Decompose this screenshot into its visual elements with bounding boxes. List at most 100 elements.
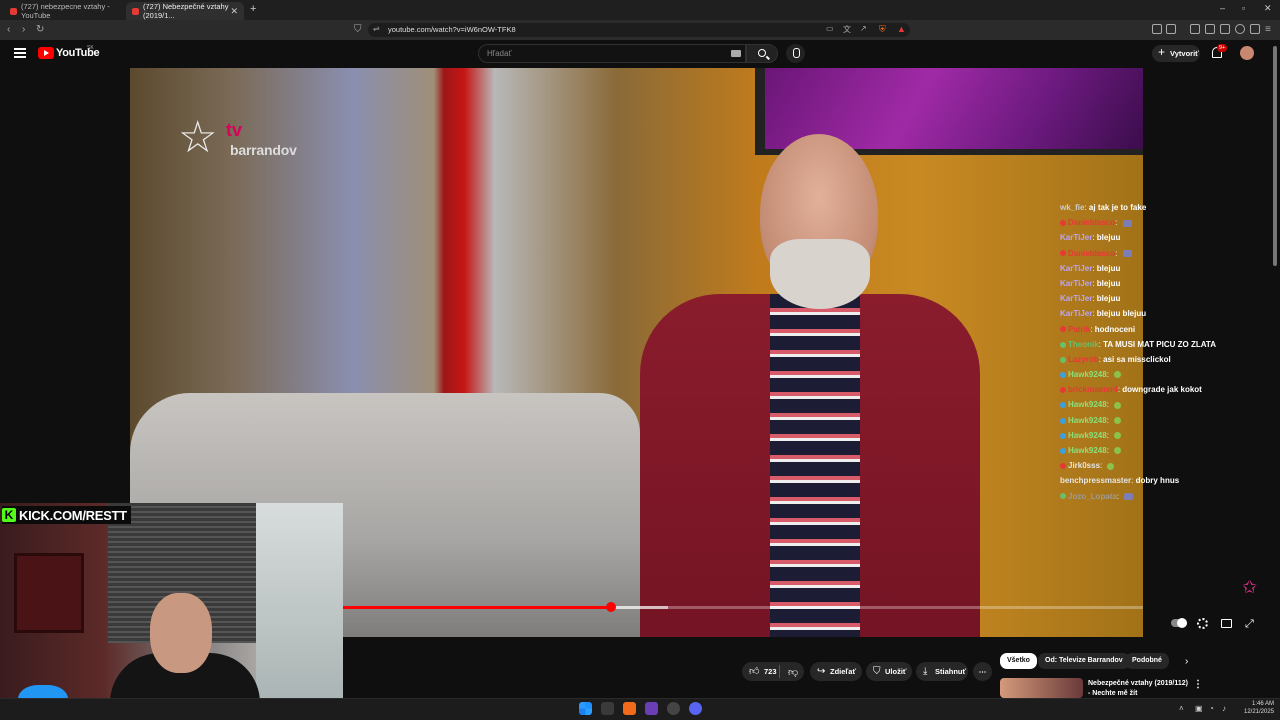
tray-app-icon[interactable]: ▣ [1195,704,1203,713]
chip-related[interactable]: Podobné [1125,653,1169,669]
close-window-button[interactable]: ✕ [1264,3,1272,14]
recommended-thumbnail[interactable] [1000,678,1083,698]
network-icon[interactable]: ◔ [1209,704,1214,713]
tray-overflow-icon[interactable]: ˄ [1179,704,1184,713]
forward-icon[interactable]: › [22,24,25,35]
chrome-icon[interactable] [667,702,680,715]
browser-tab-2[interactable]: (727) Nebezpečné vztahy (2019/1... ✕ [126,2,244,20]
download-button[interactable]: ⤓ Stiahnuť [916,662,968,681]
chat-username: KarTiJer [1060,294,1093,304]
more-actions-button[interactable]: ⋯ [973,662,992,681]
task-view-icon[interactable] [601,702,614,715]
thumbs-down-icon[interactable]: 👎︎ [788,666,798,678]
app-icon[interactable] [645,702,658,715]
theater-mode-icon[interactable] [1221,619,1232,628]
brave-browser-icon[interactable] [623,702,636,715]
leo-icon[interactable] [1235,24,1245,34]
vpn-icon[interactable] [1250,24,1260,34]
chat-message: benchpressmaster: dobry hnus [1060,473,1260,488]
recommended-title[interactable]: Nebezpečné vztahy (2019/112) - Nechte mě… [1088,679,1188,698]
new-tab-button[interactable]: + [250,3,256,15]
avatar[interactable] [1240,46,1254,60]
chat-username: wk_fie [1060,203,1085,212]
media-icon[interactable] [1190,24,1200,34]
chat-separator: : [1106,370,1112,380]
share-page-icon[interactable]: ↗ [860,24,867,33]
stream-star-icon: ✩ [1242,577,1258,597]
chat-username: Hawk9248 [1068,430,1107,440]
like-divider [779,665,780,678]
cast-icon[interactable]: ▭ [826,24,834,33]
download-label: Stiahnuť [935,667,967,676]
autoplay-toggle[interactable] [1171,618,1187,628]
chat-text: aj tak je to fake [1088,203,1147,212]
progress-scrubber-handle[interactable] [606,602,616,612]
window-light [256,503,343,720]
clock[interactable]: 1:46 AM 12/21/2025 [1244,700,1274,716]
chat-badge-icon [1060,447,1066,454]
chip-from-channel[interactable]: Od: Televize Barrandov [1038,653,1130,669]
wallet-icon[interactable] [1166,24,1176,34]
chip-all[interactable]: Všetko [1000,653,1037,669]
chat-text: dobry hnus [1135,476,1180,486]
chat-emote-icon [1107,462,1115,470]
youtube-favicon-icon [132,7,139,15]
tabs-icon[interactable] [1220,24,1230,34]
back-icon[interactable]: ‹ [7,24,10,35]
recommended-menu-icon[interactable]: ⋮ [1193,679,1203,690]
chat-badge-icon [1060,417,1066,424]
brave-rewards-icon[interactable]: ▲ [897,24,906,34]
chat-text: blejuu blejuu [1096,309,1147,319]
chat-message: KarTiJer: blejuu [1060,291,1260,306]
chat-separator: : [1106,430,1112,440]
share-button[interactable]: ↪ Zdieľať [810,662,862,681]
youtube-favicon-icon [10,7,17,15]
browser-menu-icon[interactable]: ≡ [1265,24,1271,35]
translate-icon[interactable]: 文 [843,24,851,35]
streamer-face [150,593,212,673]
progress-buffer [610,606,668,609]
voice-search-mic-icon[interactable] [786,44,805,63]
windows-start-icon[interactable] [579,702,592,715]
youtube-logo-icon[interactable] [38,47,54,59]
chip-next-chevron-icon[interactable]: › [1185,656,1188,667]
hamburger-menu-icon[interactable] [14,48,26,58]
chat-separator: : [1116,491,1122,501]
chat-message: KarTiJer: blejuu [1060,230,1260,245]
chat-message: brickmaster4: downgrade jak kokot [1060,382,1260,397]
volume-icon[interactable]: ♪ [1222,704,1226,713]
chat-text: blejuu [1096,278,1121,288]
search-button[interactable] [746,44,778,63]
settings-gear-icon[interactable] [1197,618,1208,629]
fullscreen-icon[interactable]: ⤢ [1245,618,1254,631]
sidebar-icon[interactable] [1205,24,1215,34]
browser-tab-1[interactable]: (727) nebezpecne vztahy - YouTube [4,2,122,20]
chat-text: blejuu [1096,263,1121,273]
reload-icon[interactable]: ↻ [36,24,44,35]
page-scrollbar[interactable] [1273,46,1277,266]
site-info-icon[interactable]: ⇌ [373,24,380,33]
search-input[interactable]: Hľadať [478,44,746,63]
keyboard-icon[interactable] [731,50,741,57]
create-button[interactable]: Vytvoriť [1152,44,1200,62]
chat-message: Hawk9248: [1060,413,1260,428]
chat-text: asi sa missclickol [1103,354,1171,364]
share-label: Zdieľať [830,667,857,676]
bookmark-icon[interactable]: ⛉ [354,24,362,35]
maximize-button[interactable]: ▫ [1242,3,1245,13]
minimize-button[interactable]: – [1220,3,1225,13]
bookmark-save-icon: ⛉ [873,666,881,677]
chat-emote-icon [1114,417,1122,425]
discord-icon[interactable] [689,702,702,715]
chat-badge-icon [1060,220,1066,227]
chat-username: Patrik [1068,324,1091,334]
chat-emote-icon [1122,249,1132,257]
save-button[interactable]: ⛉ Uložiť [866,662,912,681]
close-tab-icon[interactable]: ✕ [230,6,238,17]
chat-separator: : [1106,400,1112,410]
chat-username: KarTiJer [1060,278,1093,288]
extension-icon[interactable] [1152,24,1162,34]
brave-shield-icon[interactable]: ⛨ [879,24,886,35]
chat-text: blejuu [1096,233,1121,243]
windows-taskbar [0,698,1280,720]
